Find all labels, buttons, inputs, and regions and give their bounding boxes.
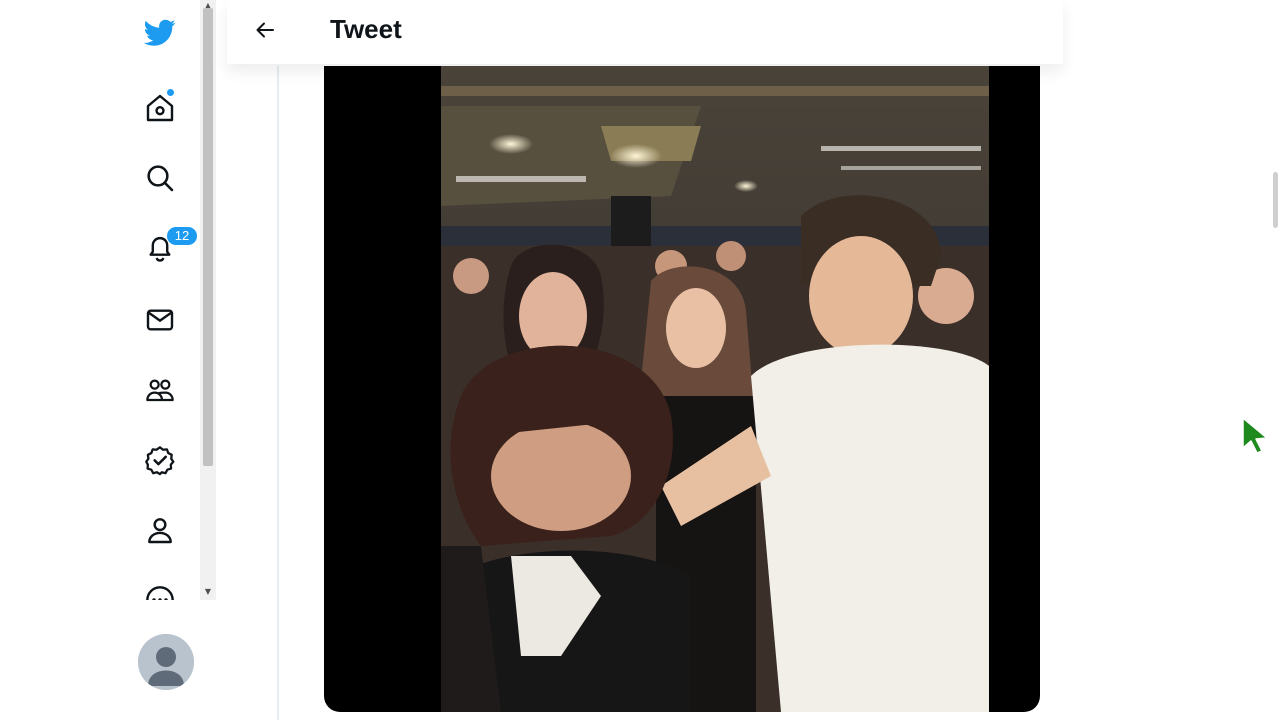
nav-communities[interactable] xyxy=(138,368,182,412)
nav-messages[interactable] xyxy=(138,298,182,342)
nav-home[interactable] xyxy=(138,86,182,130)
new-content-dot xyxy=(166,88,175,97)
twitter-bird-icon xyxy=(144,19,176,46)
person-icon xyxy=(148,518,172,544)
nav-profile[interactable] xyxy=(138,508,182,552)
arrow-left-icon xyxy=(256,22,274,38)
nav-scrollbar-thumb[interactable] xyxy=(203,8,213,466)
scroll-down-arrow-icon[interactable]: ▼ xyxy=(200,586,216,598)
people-icon xyxy=(146,379,174,402)
page-scrollbar[interactable] xyxy=(1270,0,1280,720)
page-title: Tweet xyxy=(330,14,402,44)
mail-icon xyxy=(146,309,174,331)
video-frame xyxy=(441,66,989,712)
side-nav: 12 xyxy=(120,0,200,720)
back-button[interactable] xyxy=(247,12,283,48)
nav-scrollbar[interactable]: ▲ ▼ xyxy=(200,0,216,600)
nav-notifications[interactable]: 12 xyxy=(138,226,198,270)
account-avatar[interactable] xyxy=(138,634,194,690)
column-border xyxy=(277,66,279,720)
nav-explore[interactable] xyxy=(138,156,182,200)
twitter-logo-link[interactable] xyxy=(138,10,182,54)
more-circle-icon xyxy=(146,586,174,600)
verified-badge-icon xyxy=(145,446,175,476)
nav-verified[interactable] xyxy=(138,438,182,482)
search-icon xyxy=(147,165,174,192)
tweet-header: Tweet xyxy=(227,0,1063,64)
page-scrollbar-thumb[interactable] xyxy=(1273,172,1278,228)
nav-more[interactable] xyxy=(138,578,182,600)
tweet-video[interactable] xyxy=(324,66,1040,712)
mouse-cursor-icon xyxy=(1242,417,1268,454)
default-avatar-icon xyxy=(138,634,194,690)
notifications-count-badge: 12 xyxy=(166,226,198,246)
video-still-image xyxy=(441,66,989,712)
